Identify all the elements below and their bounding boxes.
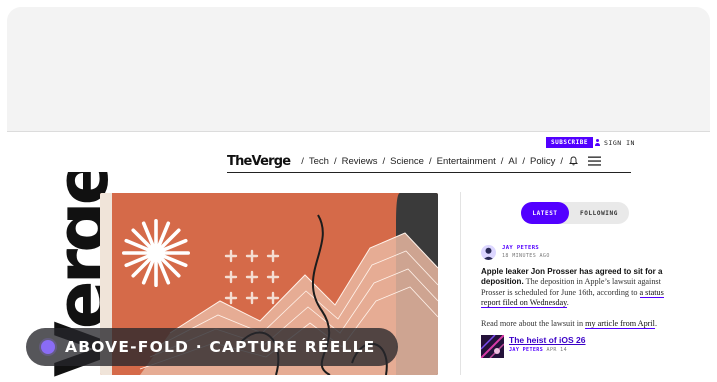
nav-item-reviews[interactable]: Reviews [342, 156, 378, 167]
read-more-end: . [654, 318, 657, 328]
nav-item-policy[interactable]: Policy [530, 156, 555, 167]
hamburger-menu-icon[interactable] [588, 156, 602, 166]
avatar[interactable] [481, 245, 496, 260]
story-author[interactable]: JAY PETERS [509, 347, 543, 353]
nav-item-science[interactable]: Science [390, 156, 424, 167]
quick-post: Apple leaker Jon Prosser has agreed to s… [481, 267, 677, 309]
nav-separator: / [382, 155, 386, 167]
post-end: . [566, 298, 569, 308]
read-more-prefix: Read more about the lawsuit in [481, 318, 584, 328]
site-logo[interactable]: TheVerge [227, 154, 291, 169]
nav-item-tech[interactable]: Tech [309, 156, 329, 167]
nav-item-ai[interactable]: AI [508, 156, 517, 167]
subscribe-button[interactable]: SUBSCRIBE [546, 137, 594, 148]
story-date: APR 14 [546, 347, 567, 354]
status-dot-icon [41, 340, 55, 354]
ad-slot [7, 7, 710, 132]
feed-tabs: LATEST FOLLOWING [521, 202, 629, 224]
nav-separator: / [560, 155, 564, 167]
nav-separator: / [522, 155, 526, 167]
nav-separator: / [333, 155, 337, 167]
sign-in-link[interactable]: SIGN IN [594, 137, 635, 148]
latest-feed: JAY PETERS 18 MINUTES AGO Apple leaker J… [481, 245, 677, 359]
capture-overlay-badge: ABOVE-FOLD · CAPTURE RÉELLE [26, 328, 398, 366]
story-thumbnail[interactable] [481, 335, 504, 359]
post-author-row: JAY PETERS 18 MINUTES AGO [481, 245, 677, 260]
story-item[interactable]: The heist of iOS 26 JAY PETERS APR 14 [481, 335, 677, 359]
column-divider [460, 192, 461, 375]
bell-icon[interactable] [569, 156, 578, 166]
read-more: Read more about the lawsuit in my articl… [481, 318, 677, 329]
story-title[interactable]: The heist of iOS 26 [509, 335, 586, 345]
main-nav: TheVerge / Tech / Reviews / Science / En… [227, 150, 631, 173]
person-icon [594, 138, 601, 147]
story-meta: JAY PETERS APR 14 [509, 347, 586, 353]
nav-separator: / [301, 155, 304, 167]
post-timestamp: 18 MINUTES AGO [502, 253, 550, 259]
nav-separator: / [428, 155, 432, 167]
tab-latest[interactable]: LATEST [521, 202, 569, 224]
tab-following[interactable]: FOLLOWING [569, 202, 629, 224]
article-link[interactable]: my article from April [585, 318, 655, 329]
overlay-label: ABOVE-FOLD · CAPTURE RÉELLE [65, 338, 376, 356]
nav-item-entertainment[interactable]: Entertainment [437, 156, 496, 167]
sign-in-label: SIGN IN [604, 138, 635, 147]
nav-separator: / [500, 155, 504, 167]
post-author[interactable]: JAY PETERS [502, 245, 550, 251]
